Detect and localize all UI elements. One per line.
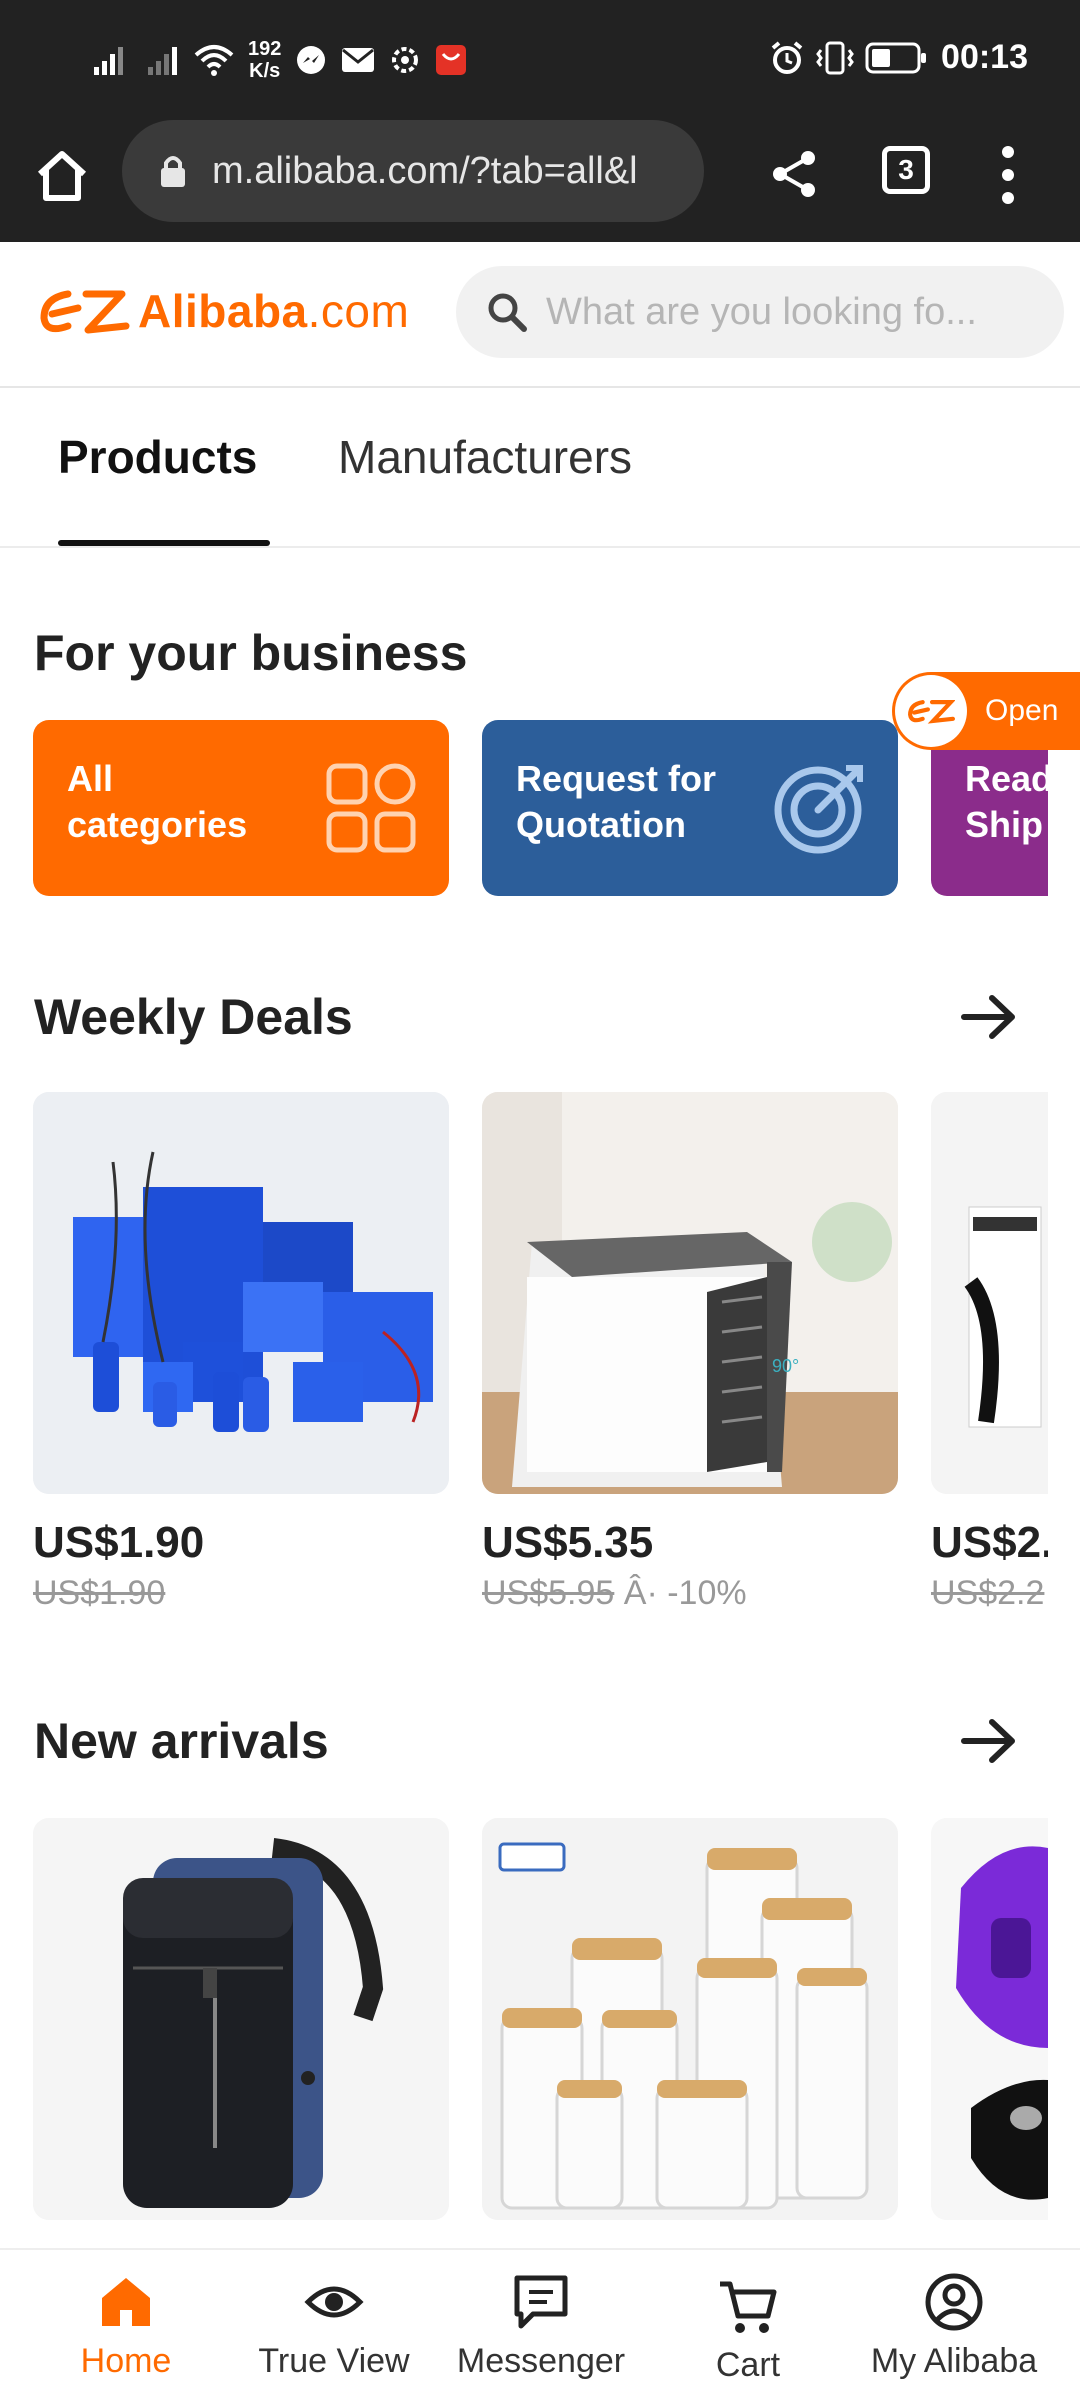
status-right: 00:13 (769, 38, 1028, 77)
network-speed: 192 K/s (248, 38, 281, 82)
deal-price: US$2. (931, 1518, 1048, 1567)
nav-my-alibaba[interactable]: My Alibaba (846, 2250, 1062, 2390)
request-for-quotation-card[interactable]: Request for Quotation (482, 720, 898, 896)
home-icon (102, 2278, 150, 2326)
lock-icon (161, 156, 185, 187)
tab-switcher-button[interactable]: 3 (882, 146, 930, 194)
nav-home[interactable]: Home (18, 2250, 234, 2390)
alibaba-app-icon (895, 675, 967, 747)
search-placeholder[interactable]: What are you looking fo... (546, 291, 1026, 334)
old-price-value: US$2.2 (931, 1574, 1045, 1612)
nav-home-label: Home (80, 2342, 172, 2380)
weekly-deals-arrow-icon[interactable] (960, 992, 1018, 1042)
mail-icon (342, 48, 375, 72)
aliexpress-notification-icon (436, 45, 467, 75)
status-bar: 192 K/s 00:13 (0, 0, 1080, 120)
bottom-navigation: Home True View Messenger Cart My Alibaba (0, 2248, 1080, 2388)
logo-name: Alibaba (138, 285, 308, 337)
nav-cart-label: Cart (715, 2346, 781, 2384)
backpack-image (33, 1818, 449, 2220)
deal-price: US$1.90 (33, 1518, 205, 1567)
cart-icon (720, 2281, 777, 2333)
all-categories-card[interactable]: All categories (33, 720, 449, 896)
settings-gear-icon (392, 47, 419, 73)
alibaba-logo[interactable]: Alibaba.com (38, 284, 409, 338)
main-tabs: Products Manufacturers (0, 388, 1080, 548)
slimming-cream-image (931, 1092, 1048, 1494)
more-options-icon[interactable] (996, 142, 1020, 208)
clock-time: 00:13 (941, 38, 1028, 76)
nav-true-view[interactable]: True View (226, 2250, 442, 2390)
arrival-card-jaw-exerciser[interactable] (931, 1818, 1048, 2220)
browser-toolbar: m.alibaba.com/?tab=all&l 3 (0, 120, 1080, 242)
signal-icon-2 (148, 47, 177, 75)
card-label-line1: Read (965, 758, 1048, 799)
search-icon (488, 293, 527, 332)
vibrate-icon (816, 41, 854, 74)
open-app-button[interactable]: Open (892, 672, 1080, 750)
share-icon[interactable] (764, 144, 824, 204)
eye-icon (304, 2286, 364, 2318)
alarm-icon (771, 40, 803, 74)
user-icon (925, 2273, 983, 2331)
active-tab-indicator (58, 540, 270, 546)
nav-cart[interactable]: Cart (640, 2250, 856, 2390)
card-label-line2: Ship (965, 804, 1043, 845)
chat-icon (514, 2275, 568, 2329)
nav-messenger[interactable]: Messenger (433, 2250, 649, 2390)
deal-card-air-cooler[interactable]: 90° (482, 1092, 898, 1494)
status-left: 192 K/s (92, 38, 467, 82)
lithium-battery-image (33, 1092, 449, 1494)
address-bar[interactable]: m.alibaba.com/?tab=all&l (122, 120, 704, 222)
messenger-icon (297, 46, 326, 74)
site-header: Alibaba.com What are you looking fo... (0, 242, 1080, 388)
weekly-deals-title: Weekly Deals (34, 989, 353, 1045)
deal-card-batteries[interactable] (33, 1092, 449, 1494)
tab-manufacturers[interactable]: Manufacturers (338, 430, 632, 484)
tab-products[interactable]: Products (58, 430, 257, 484)
arrival-card-backpack[interactable] (33, 1818, 449, 2220)
speed-value: 192 (248, 38, 282, 60)
search-bar[interactable]: What are you looking fo... (456, 266, 1064, 358)
svg-text:90°: 90° (772, 1356, 799, 1376)
deal-old-price: US$2.2 (931, 1574, 1048, 1613)
target-icon (774, 765, 863, 854)
glass-jars-image (482, 1818, 898, 2220)
wifi-icon (194, 45, 234, 76)
deal-price: US$5.35 (482, 1518, 654, 1567)
alibaba-logo-icon (40, 290, 130, 334)
open-app-label: Open (985, 694, 1059, 727)
logo-wordmark: Alibaba.com (138, 284, 409, 338)
air-cooler-image: 90° (482, 1092, 898, 1494)
new-arrivals-title: New arrivals (34, 1713, 329, 1769)
nav-my-alibaba-label: My Alibaba (870, 2342, 1038, 2380)
browser-home-icon[interactable] (32, 146, 92, 206)
signal-icon (94, 47, 123, 75)
nav-true-view-label: True View (258, 2342, 410, 2380)
arrival-card-glass-jars[interactable] (482, 1818, 898, 2220)
discount-label: Â· -10% (623, 1574, 747, 1612)
grid-icon (326, 763, 416, 853)
logo-suffix: .com (307, 285, 410, 337)
new-arrivals-arrow-icon[interactable] (960, 1716, 1018, 1766)
business-section-title: For your business (34, 625, 468, 681)
deal-old-price: US$1.90 (33, 1574, 165, 1613)
jaw-exerciser-image (931, 1818, 1048, 2220)
nav-messenger-label: Messenger (456, 2342, 626, 2380)
old-price-value: US$1.90 (33, 1574, 166, 1612)
speed-unit: K/s (249, 60, 281, 82)
url-text[interactable]: m.alibaba.com/?tab=all&l (212, 150, 692, 193)
deal-old-price: US$5.95 Â· -10% (482, 1574, 747, 1613)
deal-card-cream[interactable] (931, 1092, 1048, 1494)
battery-icon (865, 42, 927, 73)
old-price-value: US$5.95 (482, 1574, 615, 1612)
